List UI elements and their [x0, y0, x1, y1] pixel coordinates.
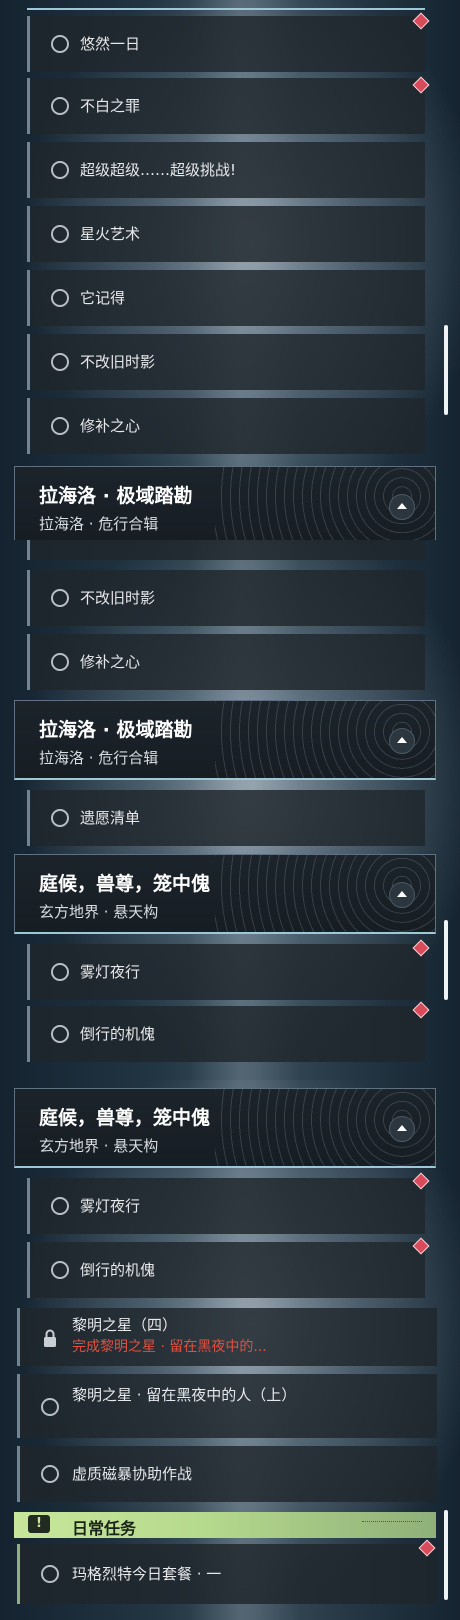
quest-item[interactable]: 它记得 [27, 270, 425, 326]
chapter-header[interactable]: 庭候，兽尊，笼中傀 玄方地界 · 悬天构 [14, 1088, 436, 1168]
quest-label: 修补之心 [80, 653, 141, 671]
locked-quest-text: 黎明之星（四） 完成黎明之星 · 留在黑夜中的... [72, 1314, 267, 1358]
quest-label: 不白之罪 [80, 97, 141, 115]
radio-circle-icon [51, 589, 69, 607]
radio-circle-icon [51, 653, 69, 671]
radio-circle-icon [51, 1261, 69, 1279]
daily-quest-header[interactable]: ! 日常任务 [14, 1512, 436, 1538]
radio-circle-icon [51, 289, 69, 307]
chapter-subtitle: 拉海洛 · 危行合辑 [39, 749, 159, 767]
quest-label: 雾灯夜行 [80, 1197, 141, 1215]
chapter-subtitle: 玄方地界 · 悬天构 [39, 903, 159, 921]
quest-label: 倒行的机傀 [80, 1261, 156, 1279]
quest-label: 黎明之星 · 留在黑夜中的人（上） [72, 1386, 297, 1404]
quest-item[interactable]: 修补之心 [27, 634, 425, 690]
chapter-title: 拉海洛 · 极域踏勘 [39, 485, 193, 507]
quest-label: 不改旧时影 [80, 353, 156, 371]
unlock-requirement: 完成黎明之星 · 留在黑夜中的... [72, 1339, 267, 1355]
chapter-header[interactable]: 庭候，兽尊，笼中傀 玄方地界 · 悬天构 [14, 854, 436, 934]
quest-label: 修补之心 [80, 417, 141, 435]
radio-circle-icon [41, 1398, 59, 1416]
radio-circle-icon [51, 417, 69, 435]
quest-item[interactable]: 虚质磁暴协助作战 [17, 1446, 437, 1502]
chapter-subtitle: 玄方地界 · 悬天构 [39, 1137, 159, 1155]
quest-label: 倒行的机傀 [80, 1025, 156, 1043]
radio-circle-icon [51, 1025, 69, 1043]
radio-circle-icon [51, 1197, 69, 1215]
quest-label: 超级超级……超级挑战! [80, 161, 237, 179]
quest-item-partial[interactable] [27, 540, 425, 560]
quest-list-panel-1: 悠然一日 不白之罪 超级超级……超级挑战! 星火艺术 它记得 不改旧时影 修补之… [0, 0, 460, 540]
quest-item[interactable]: 悠然一日 [27, 16, 425, 72]
quest-item[interactable]: 倒行的机傀 [27, 1242, 425, 1298]
radio-circle-icon [51, 809, 69, 827]
collapse-toggle-icon[interactable] [389, 728, 415, 754]
locked-quest-title: 黎明之星（四） [72, 1316, 178, 1334]
alert-badge-icon: ! [28, 1515, 50, 1533]
chapter-header[interactable]: 拉海洛 · 极域踏勘 拉海洛 · 危行合辑 [14, 700, 436, 780]
quest-item[interactable]: 雾灯夜行 [27, 1178, 425, 1234]
quest-item[interactable]: 遗愿清单 [27, 790, 425, 846]
radio-circle-icon [41, 1565, 59, 1583]
locked-quest-item[interactable]: 黎明之星（四） 完成黎明之星 · 留在黑夜中的... [17, 1308, 437, 1366]
radio-circle-icon [51, 225, 69, 243]
daily-quest-item[interactable]: 玛格烈特今日套餐 · 一 [17, 1544, 437, 1604]
scrollbar-thumb[interactable] [444, 1510, 448, 1600]
daily-quest-label: 日常任务 [72, 1519, 137, 1538]
chapter-title: 庭候，兽尊，笼中傀 [39, 873, 211, 895]
header-decoration [362, 1521, 422, 1528]
list-top-edge [27, 8, 425, 10]
chapter-subtitle: 拉海洛 · 危行合辑 [39, 515, 159, 533]
chapter-header[interactable]: 拉海洛 · 极域踏勘 拉海洛 · 危行合辑 [14, 466, 436, 540]
quest-label: 玛格烈特今日套餐 · 一 [72, 1565, 222, 1583]
radio-circle-icon [51, 161, 69, 179]
radio-circle-icon [51, 35, 69, 53]
lock-icon [44, 1329, 56, 1347]
quest-item[interactable]: 黎明之星 · 留在黑夜中的人（上） [17, 1374, 437, 1438]
quest-label: 星火艺术 [80, 225, 141, 243]
quest-item[interactable]: 星火艺术 [27, 206, 425, 262]
quest-label: 雾灯夜行 [80, 963, 141, 981]
radio-circle-icon [51, 353, 69, 371]
quest-item[interactable]: 雾灯夜行 [27, 944, 425, 1000]
collapse-toggle-icon[interactable] [389, 882, 415, 908]
collapse-toggle-icon[interactable] [389, 1116, 415, 1142]
chapter-title: 拉海洛 · 极域踏勘 [39, 719, 193, 741]
chapter-title: 庭候，兽尊，笼中傀 [39, 1107, 211, 1129]
quest-item[interactable]: 倒行的机傀 [27, 1006, 425, 1062]
radio-circle-icon [51, 97, 69, 115]
quest-list-panel-3: 庭候，兽尊，笼中傀 玄方地界 · 悬天构 雾灯夜行 倒行的机傀 黎明之星（四） … [0, 1080, 460, 1620]
quest-item[interactable]: 修补之心 [27, 398, 425, 454]
quest-item[interactable]: 不白之罪 [27, 78, 425, 134]
quest-label: 不改旧时影 [80, 589, 156, 607]
scrollbar-thumb[interactable] [444, 920, 448, 1000]
quest-label: 虚质磁暴协助作战 [72, 1465, 193, 1483]
quest-label: 悠然一日 [80, 35, 141, 53]
quest-item[interactable]: 不改旧时影 [27, 334, 425, 390]
scrollbar-thumb[interactable] [444, 325, 448, 415]
quest-label: 遗愿清单 [80, 809, 141, 827]
quest-item[interactable]: 超级超级……超级挑战! [27, 142, 425, 198]
quest-list-panel-2: 不改旧时影 修补之心 拉海洛 · 极域踏勘 拉海洛 · 危行合辑 遗愿清单 庭候… [0, 540, 460, 1080]
radio-circle-icon [41, 1465, 59, 1483]
collapse-toggle-icon[interactable] [389, 494, 415, 520]
quest-label: 它记得 [80, 289, 126, 307]
radio-circle-icon [51, 963, 69, 981]
quest-item[interactable]: 不改旧时影 [27, 570, 425, 626]
